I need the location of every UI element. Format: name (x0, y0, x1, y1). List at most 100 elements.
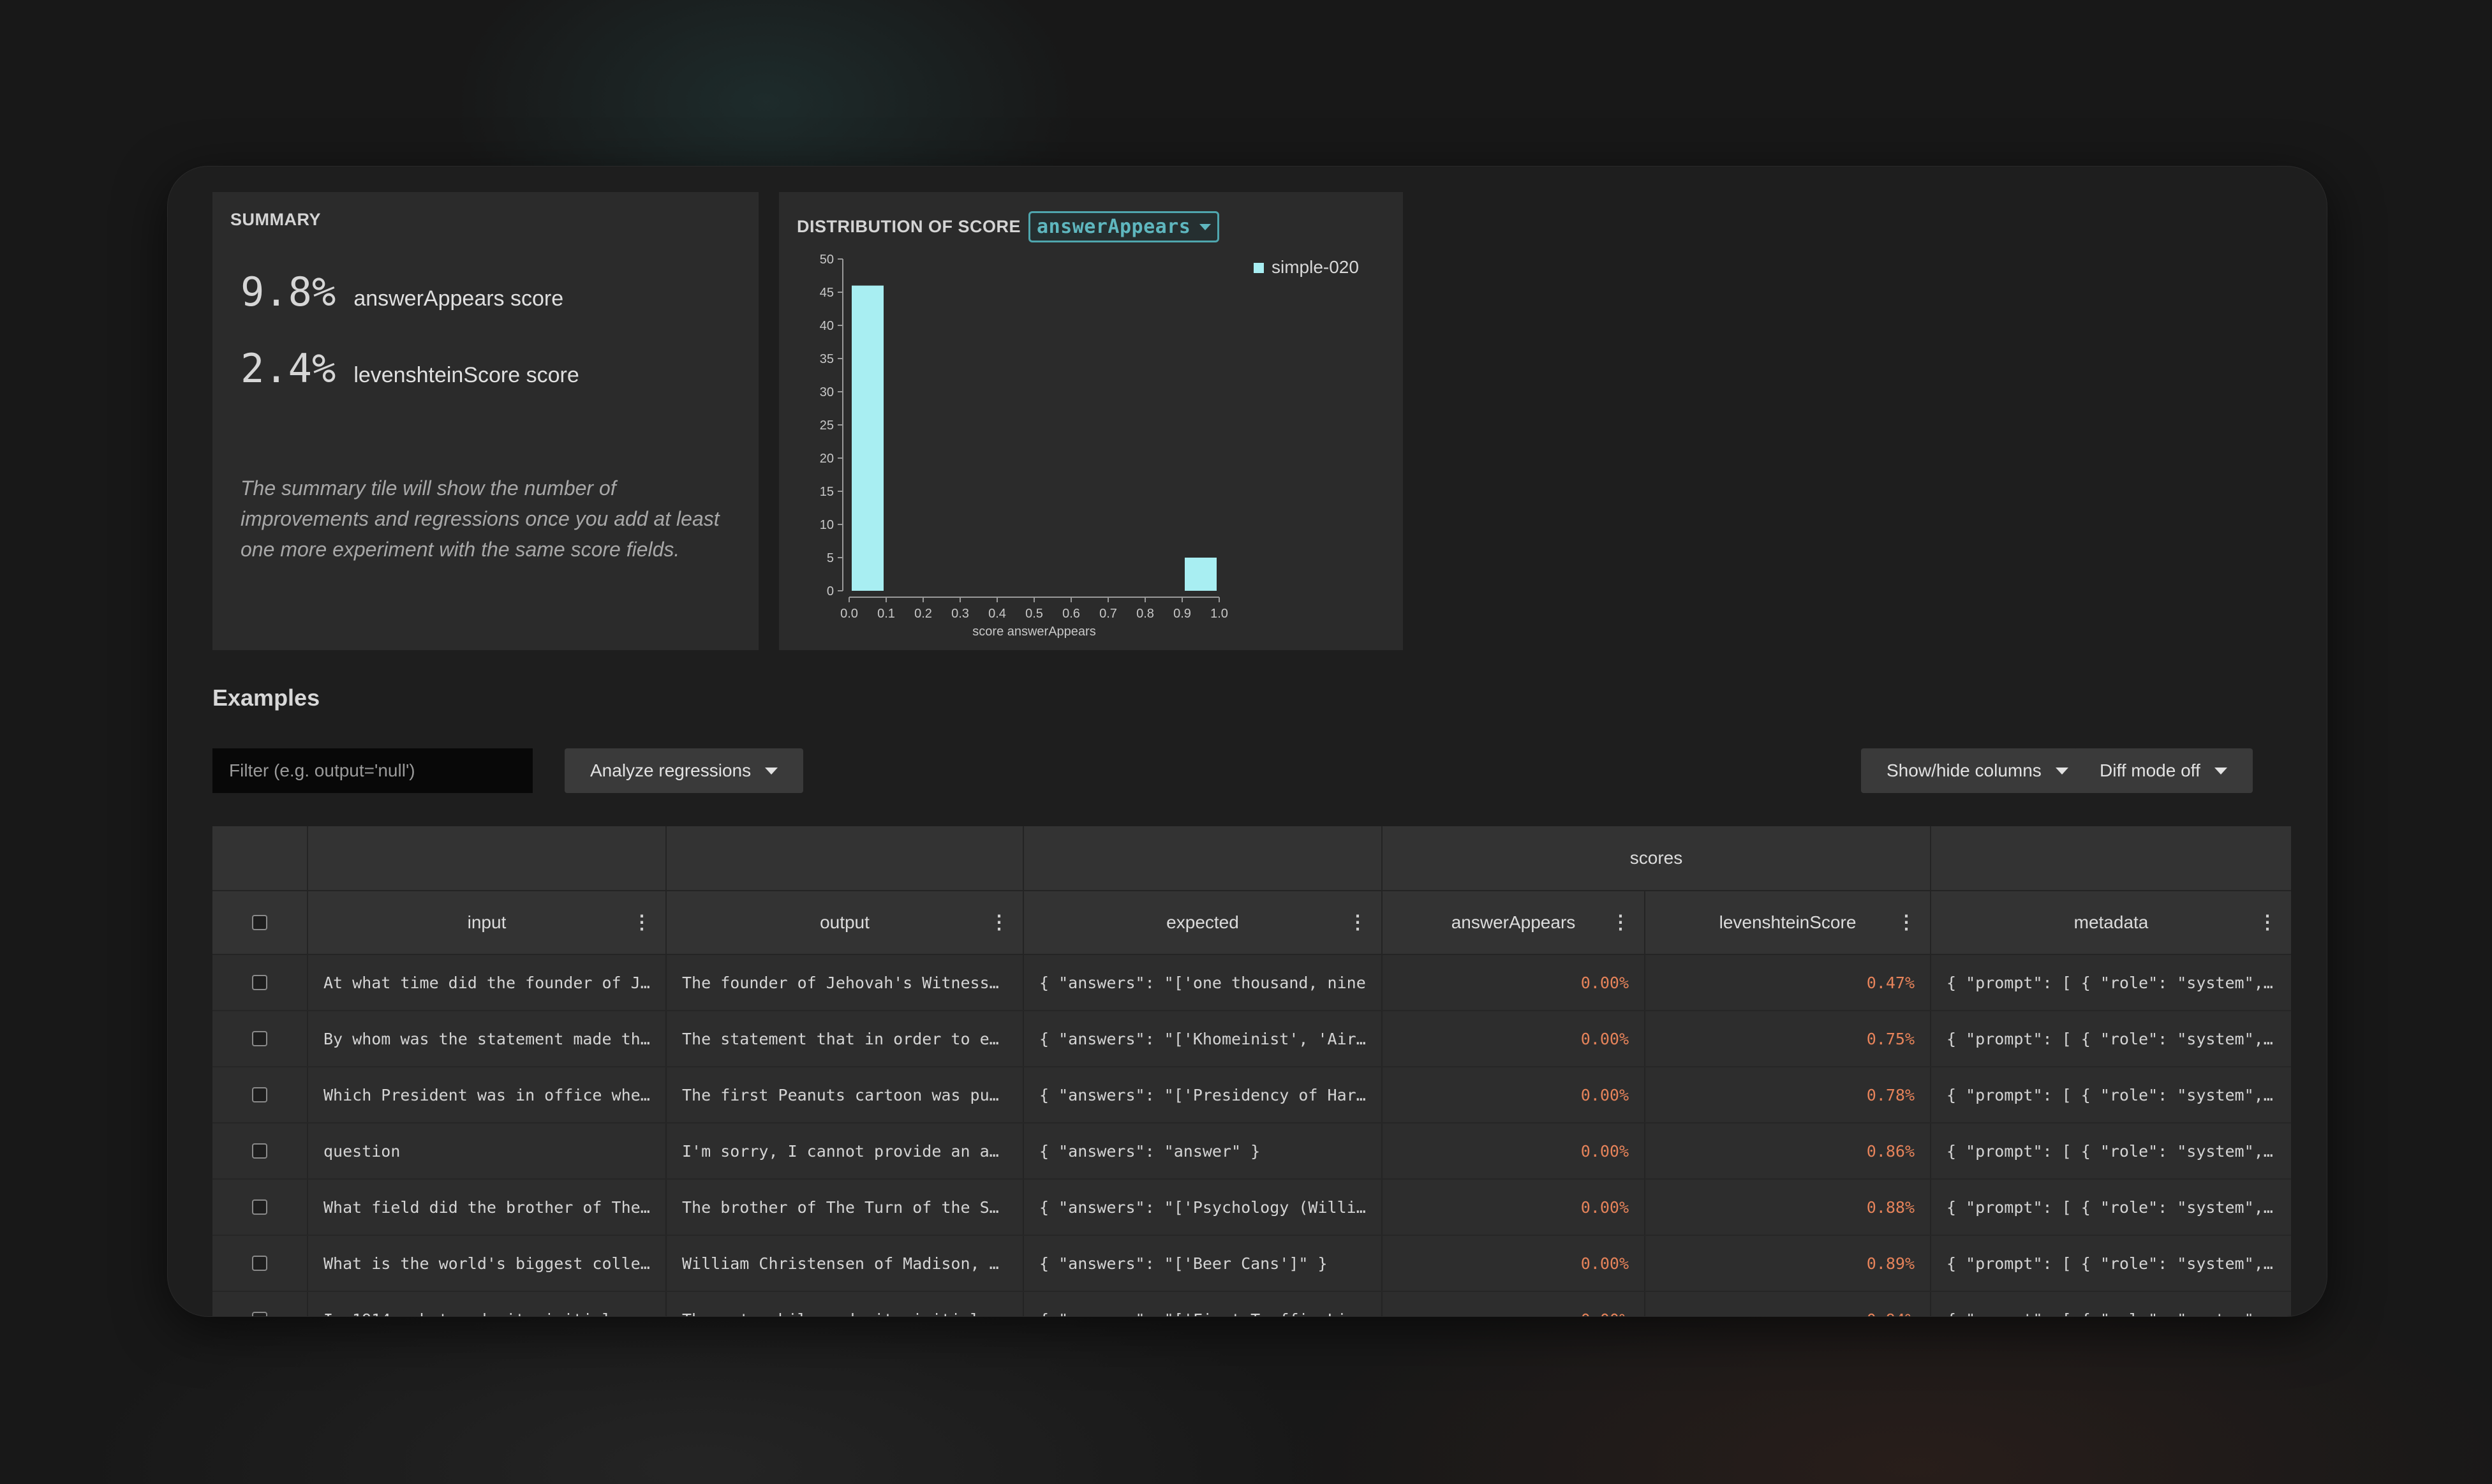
cell-output[interactable]: I'm sorry, I cannot provide an answer (667, 1124, 1024, 1178)
cell-output[interactable]: The statement that in order to eliminate (667, 1011, 1024, 1066)
metric-label: levenshteinScore score (353, 363, 579, 387)
column-header-expected[interactable]: expected ⋮ (1024, 891, 1383, 955)
cell-output[interactable]: William Christensen of Madison, New (667, 1236, 1024, 1291)
cell-levenshtein-score[interactable]: 0.94% (1645, 1292, 1931, 1316)
cell-expected[interactable]: { "answers": "['one thousand, nine (1024, 955, 1383, 1010)
table-row[interactable]: Which President was in office when the Th… (212, 1067, 2291, 1124)
cell-metadata[interactable]: { "prompt": [ { "role": "system", "conte… (1931, 1011, 2291, 1066)
cell-metadata[interactable]: { "prompt": [ { "role": "system", "conte… (1931, 1180, 2291, 1235)
cell-answer-appears[interactable]: 0.00% (1383, 1124, 1645, 1178)
cell-answer-appears[interactable]: 0.00% (1383, 1236, 1645, 1291)
table-header: input ⋮ output ⋮ expected ⋮ answerAppears ⋮ … (212, 891, 2291, 955)
cell-metadata[interactable]: { "prompt": [ { "role": "system", "conte… (1931, 1292, 2291, 1317)
metric-label: answerAppears score (353, 286, 564, 311)
table-row[interactable]: By whom was the statement made that The s… (212, 1011, 2291, 1067)
cell-text: By whom was the statement made that (323, 1029, 650, 1048)
row-checkbox[interactable] (252, 1143, 267, 1159)
metric-value: 9.8% (241, 269, 336, 315)
cell-metadata[interactable]: { "prompt": [ { "role": "system", "conte… (1931, 1124, 2291, 1178)
column-header-metadata[interactable]: metadata ⋮ (1931, 891, 2291, 955)
column-header-levenshtein-score[interactable]: levenshteinScore ⋮ (1645, 891, 1931, 955)
cell-input[interactable]: By whom was the statement made that (308, 1011, 667, 1066)
cell-input[interactable]: What is the world's biggest collection (308, 1236, 667, 1291)
cell-levenshtein-score[interactable]: 0.78% (1645, 1067, 1931, 1122)
cell-metadata[interactable]: { "prompt": [ { "role": "system", "conte… (1931, 955, 2291, 1010)
row-checkbox[interactable] (252, 1031, 267, 1046)
cell-text: Which President was in office when the (323, 1085, 650, 1104)
cell-text: { "prompt": [ { "role": "system", "conte… (1947, 1198, 2276, 1217)
cell-expected[interactable]: { "answers": "['Beer Cans']" } (1024, 1236, 1383, 1291)
row-checkbox[interactable] (252, 1256, 267, 1271)
column-menu-icon[interactable]: ⋮ (2258, 912, 2277, 934)
cell-text: 0.00% (1580, 1029, 1629, 1048)
column-header-label: input (467, 912, 507, 932)
table-row[interactable]: What field did the brother of The Turn Th… (212, 1180, 2291, 1236)
cell-text: 0.00% (1580, 1141, 1629, 1161)
cell-levenshtein-score[interactable]: 0.86% (1645, 1124, 1931, 1178)
cell-expected[interactable]: { "answers": "['Presidency of Harry (1024, 1067, 1383, 1122)
legend-label: simple-020 (1272, 257, 1359, 277)
cell-expected[interactable]: { "answers": "['Psychology (William (1024, 1180, 1383, 1235)
cell-text: 0.00% (1580, 973, 1629, 992)
cell-metadata[interactable]: { "prompt": [ { "role": "system", "conte… (1931, 1067, 2291, 1122)
column-header-input[interactable]: input ⋮ (308, 891, 667, 955)
cell-text: 0.00% (1580, 1198, 1629, 1217)
cell-levenshtein-score[interactable]: 0.75% (1645, 1011, 1931, 1066)
column-menu-icon[interactable]: ⋮ (1348, 912, 1367, 934)
cell-metadata[interactable]: { "prompt": [ { "role": "system", "conte… (1931, 1236, 2291, 1291)
table-row[interactable]: At what time did the founder of Jehovah'… (212, 955, 2291, 1011)
cell-answer-appears[interactable]: 0.00% (1383, 955, 1645, 1010)
chevron-down-icon (765, 767, 778, 775)
column-menu-icon[interactable]: ⋮ (990, 912, 1009, 934)
row-checkbox[interactable] (252, 975, 267, 990)
cell-text: I'm sorry, I cannot provide an answer (682, 1141, 1007, 1161)
column-header-label: answerAppears (1451, 912, 1576, 932)
cell-text: In 1914, what made its initial appearanc… (323, 1310, 650, 1317)
score-select-dropdown[interactable]: answerAppears (1028, 211, 1220, 242)
table-row[interactable]: question I'm sorry, I cannot provide an a… (212, 1124, 2291, 1180)
chevron-down-icon (2214, 767, 2227, 775)
cell-answer-appears[interactable]: 0.00% (1383, 1011, 1645, 1066)
diff-mode-button[interactable]: Diff mode off (2074, 748, 2253, 793)
cell-output[interactable]: The automobile made its initial appearan… (667, 1292, 1024, 1317)
column-menu-icon[interactable]: ⋮ (632, 912, 651, 934)
column-menu-icon[interactable]: ⋮ (1897, 912, 1916, 934)
cell-answer-appears[interactable]: 0.00% (1383, 1180, 1645, 1235)
cell-expected[interactable]: { "answers": "['Khomeinist', 'Air Force (1024, 1011, 1383, 1066)
cell-text: The automobile made its initial appearan… (682, 1310, 1007, 1317)
row-checkbox[interactable] (252, 1087, 267, 1102)
row-checkbox[interactable] (252, 1199, 267, 1215)
y-tick-label: 50 (820, 253, 834, 267)
distribution-title: DISTRIBUTION OF SCORE answerAppears (797, 211, 1220, 242)
select-all-checkbox[interactable] (252, 915, 267, 930)
score-select-value: answerAppears (1037, 216, 1191, 238)
cell-levenshtein-score[interactable]: 0.89% (1645, 1236, 1931, 1291)
cell-levenshtein-score[interactable]: 0.47% (1645, 955, 1931, 1010)
show-hide-columns-button[interactable]: Show/hide columns (1861, 748, 2094, 793)
histogram-chart: 0 5 10 15 20 25 30 35 40 45 50 0.0 0.1 0.2 0.3 0.4 0.5 0.… (820, 253, 1359, 639)
cell-output[interactable]: The first Peanuts cartoon was published (667, 1067, 1024, 1122)
cell-text: question (323, 1141, 401, 1161)
filter-input[interactable] (212, 748, 533, 793)
cell-input[interactable]: Which President was in office when the (308, 1067, 667, 1122)
row-checkbox[interactable] (252, 1312, 267, 1316)
cell-output[interactable]: The brother of The Turn of the Screw (667, 1180, 1024, 1235)
cell-answer-appears[interactable]: 0.00% (1383, 1067, 1645, 1122)
cell-expected[interactable]: { "answers": "answer" } (1024, 1124, 1383, 1178)
cell-output[interactable]: The founder of Jehovah's Witnesses (667, 955, 1024, 1010)
column-header-output[interactable]: output ⋮ (667, 891, 1024, 955)
metric-value: 2.4% (241, 345, 336, 392)
cell-expected[interactable]: { "answers": "['First Traffic Light (1024, 1292, 1383, 1316)
cell-levenshtein-score[interactable]: 0.88% (1645, 1180, 1931, 1235)
column-header-answer-appears[interactable]: answerAppears ⋮ (1383, 891, 1645, 955)
column-menu-icon[interactable]: ⋮ (1611, 912, 1630, 934)
analyze-regressions-button[interactable]: Analyze regressions (565, 748, 804, 793)
cell-input[interactable]: question (308, 1124, 667, 1178)
cell-answer-appears[interactable]: 0.00% (1383, 1292, 1645, 1316)
table-row[interactable]: In 1914, what made its initial appearanc… (212, 1292, 2291, 1317)
cell-input[interactable]: In 1914, what made its initial appearanc… (308, 1292, 667, 1317)
cell-input[interactable]: At what time did the founder of Jehovah'… (308, 955, 667, 1010)
cell-text: { "answers": "['Khomeinist', 'Air Force (1039, 1029, 1366, 1048)
table-row[interactable]: What is the world's biggest collection Wi… (212, 1236, 2291, 1292)
cell-input[interactable]: What field did the brother of The Turn (308, 1180, 667, 1235)
